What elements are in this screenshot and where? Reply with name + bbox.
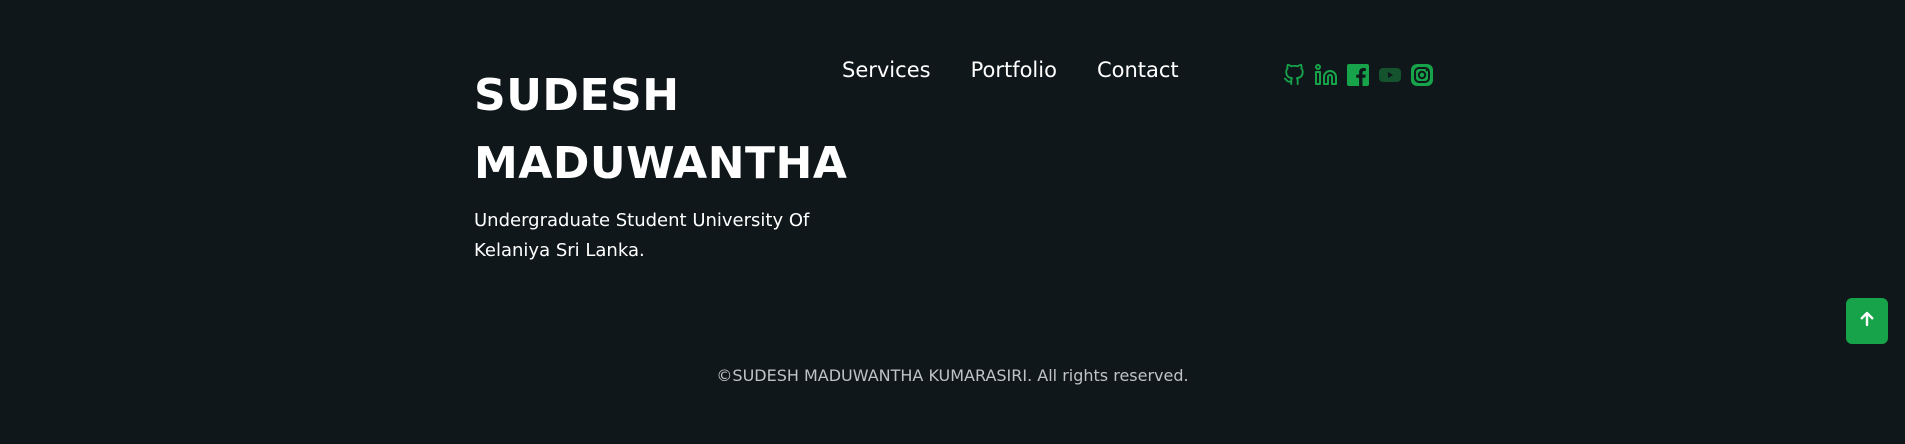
site-footer: SUDESH MADUWANTHA Undergraduate Student … [0,0,1905,444]
brand-name-line2: MADUWANTHA [474,138,848,189]
github-icon[interactable] [1282,63,1306,87]
copyright-text: ©SUDESH MADUWANTHA KUMARASIRI. All right… [716,366,1189,385]
nav-link-contact[interactable]: Contact [1097,58,1179,82]
facebook-icon[interactable] [1346,63,1370,87]
linkedin-icon[interactable] [1314,63,1338,87]
brand-name: SUDESH MADUWANTHA [474,62,847,198]
nav-link-services[interactable]: Services [842,58,931,82]
instagram-icon[interactable] [1410,63,1434,87]
scroll-to-top-button[interactable] [1846,298,1888,344]
arrow-up-icon [1858,310,1876,332]
brand-tagline: Undergraduate Student University Of Kela… [474,210,810,261]
social-links [1282,63,1434,87]
nav-link-portfolio[interactable]: Portfolio [971,58,1057,82]
footer-brand: SUDESH MADUWANTHA Undergraduate Student … [474,62,847,266]
brand-name-line1: SUDESH [474,70,680,121]
youtube-icon[interactable] [1378,63,1402,87]
footer-nav: Services Portfolio Contact [842,58,1179,82]
